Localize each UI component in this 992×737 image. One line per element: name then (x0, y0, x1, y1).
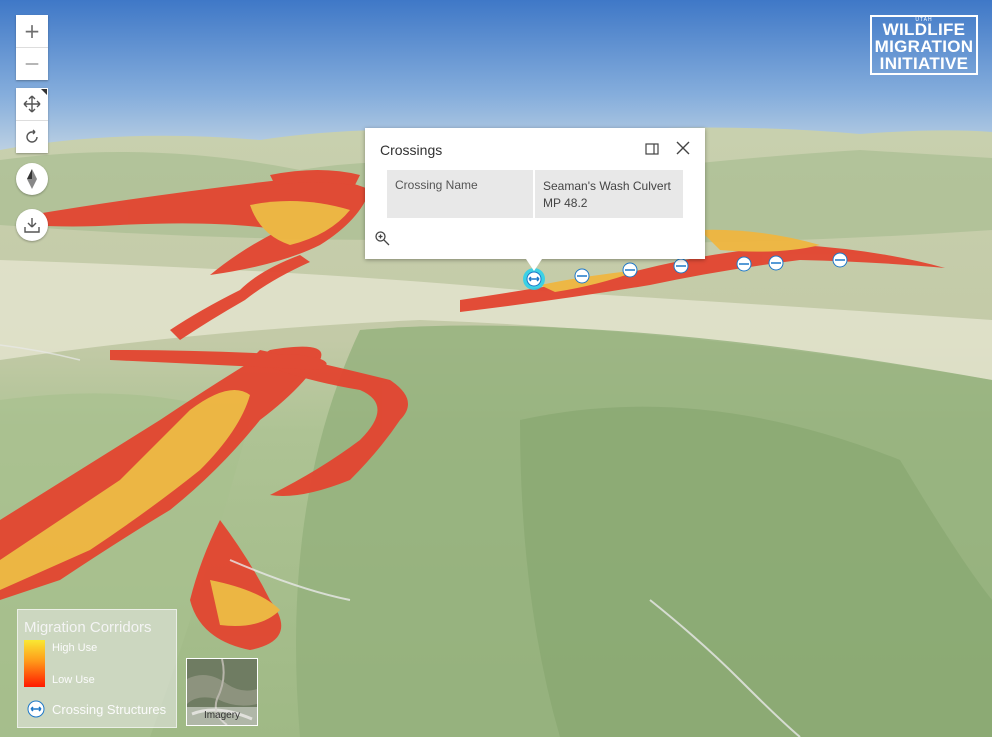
crossing-marker-1 (574, 268, 590, 284)
crossing-marker-3 (673, 258, 689, 274)
download-icon (24, 218, 40, 233)
download-button[interactable] (16, 209, 48, 241)
field-value: Seaman's Wash Culvert MP 48.2 (535, 170, 683, 218)
rotate-icon (26, 129, 38, 143)
field-value-line-1: Seaman's Wash Culvert (543, 179, 671, 193)
legend: Migration Corridors High Use Low Use Cro… (17, 609, 177, 728)
crossing-structure-icon (27, 700, 45, 718)
compass-icon (27, 169, 37, 189)
legend-crossing-label: Crossing Structures (52, 702, 167, 717)
navigation-controls (16, 88, 48, 153)
crossing-marker-6 (832, 252, 848, 268)
zoom-in-button[interactable]: + (16, 15, 48, 47)
legend-low-label: Low Use (52, 674, 95, 686)
pan-icon (23, 95, 41, 113)
logo-line-2: MIGRATION (874, 37, 974, 56)
crossing-marker-4 (736, 256, 752, 272)
zoom-controls: + — (16, 15, 48, 80)
legend-title: Migration Corridors (24, 619, 152, 636)
zoom-out-button[interactable]: — (16, 47, 48, 80)
basemap-toggle[interactable]: Imagery (186, 658, 258, 726)
field-label: Crossing Name (387, 170, 535, 218)
legend-high-label: High Use (52, 642, 98, 654)
compass-button[interactable] (16, 163, 48, 195)
corner-indicator (41, 89, 47, 95)
popup-pointer (526, 259, 542, 271)
field-value-line-2: MP 48.2 (543, 196, 588, 210)
plus-icon: + (23, 19, 41, 43)
dock-icon[interactable] (645, 142, 659, 156)
logo-small-text: UTAH (915, 17, 933, 23)
popup-attribute-table: Crossing Name Seaman's Wash Culvert MP 4… (387, 170, 683, 218)
crossing-marker-2 (622, 262, 638, 278)
basemap-label: Imagery (203, 710, 241, 721)
rotate-button[interactable] (16, 120, 48, 153)
pan-button[interactable] (16, 88, 48, 120)
logo-line-3: INITIATIVE (879, 54, 969, 73)
close-icon[interactable] (675, 140, 691, 156)
minus-icon: — (25, 56, 39, 72)
popup-title: Crossings (380, 142, 443, 158)
wildlife-migration-initiative-logo: UTAH WILDLIFE MIGRATION INITIATIVE (870, 15, 978, 75)
legend-color-ramp (24, 640, 45, 687)
crossing-marker-5 (768, 255, 784, 271)
logo-line-1: WILDLIFE (882, 20, 966, 39)
crossings-popup: Crossings Crossing Name Seaman's Wash Cu… (365, 128, 705, 271)
zoom-to-icon[interactable] (374, 230, 390, 246)
